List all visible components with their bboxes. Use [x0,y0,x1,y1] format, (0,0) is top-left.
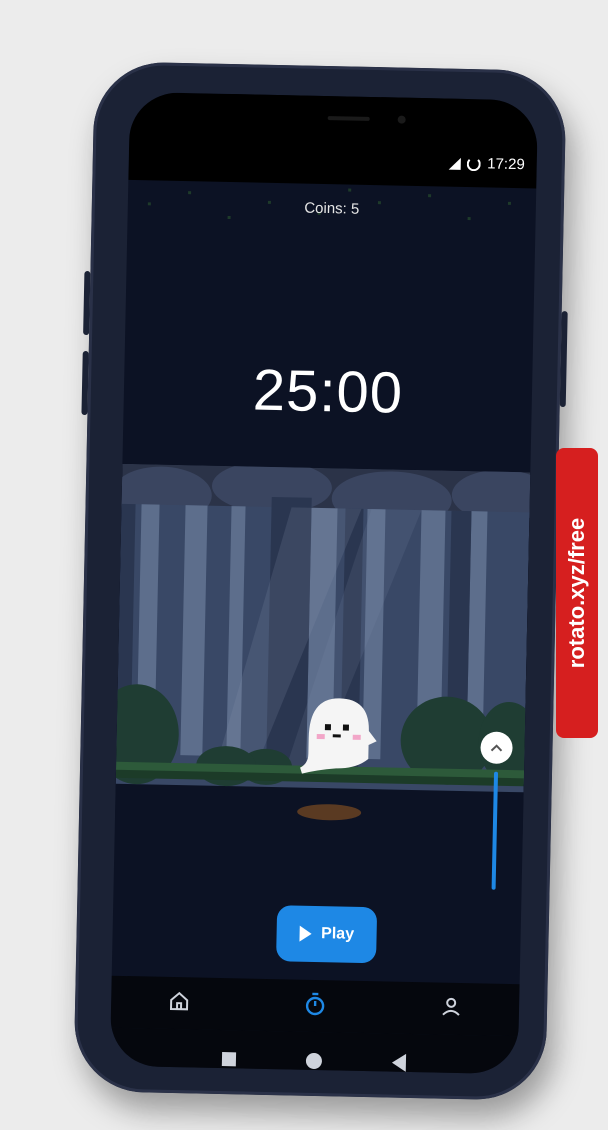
sync-icon [467,156,482,171]
profile-icon [442,997,460,1016]
watermark-badge: rotato.xyz/free [556,448,598,738]
notch [228,92,467,181]
home-icon [169,991,188,1010]
watermark-text: rotato.xyz/free [564,517,590,669]
back-icon[interactable] [391,1053,407,1072]
nav-home[interactable] [166,988,191,1017]
volume-down-button [81,350,89,416]
system-nav-bar [109,1027,519,1075]
volume-up-button [83,270,91,336]
play-button-label: Play [320,925,355,943]
play-button[interactable]: Play [276,905,378,964]
status-time: 17:29 [487,155,525,174]
bottom-nav [110,975,520,1037]
phone-frame: 17:29 Coins: 5 25:00 Play [73,61,568,1101]
timer-display: 25:00 [252,357,404,426]
recents-icon[interactable] [221,1052,237,1067]
nav-profile[interactable] [439,994,464,1023]
timer-icon [305,992,325,1015]
home-circle-icon[interactable] [305,1052,323,1070]
power-button [559,311,568,408]
status-bar: 17:29 [128,91,539,189]
status-right: 17:29 [449,155,525,174]
signal-icon [449,157,462,170]
play-icon [298,925,312,942]
app-screen: 17:29 Coins: 5 25:00 Play [109,91,539,1075]
chevron-up-icon [490,744,503,752]
forest-scene [114,463,531,835]
nav-timer[interactable] [302,990,329,1022]
